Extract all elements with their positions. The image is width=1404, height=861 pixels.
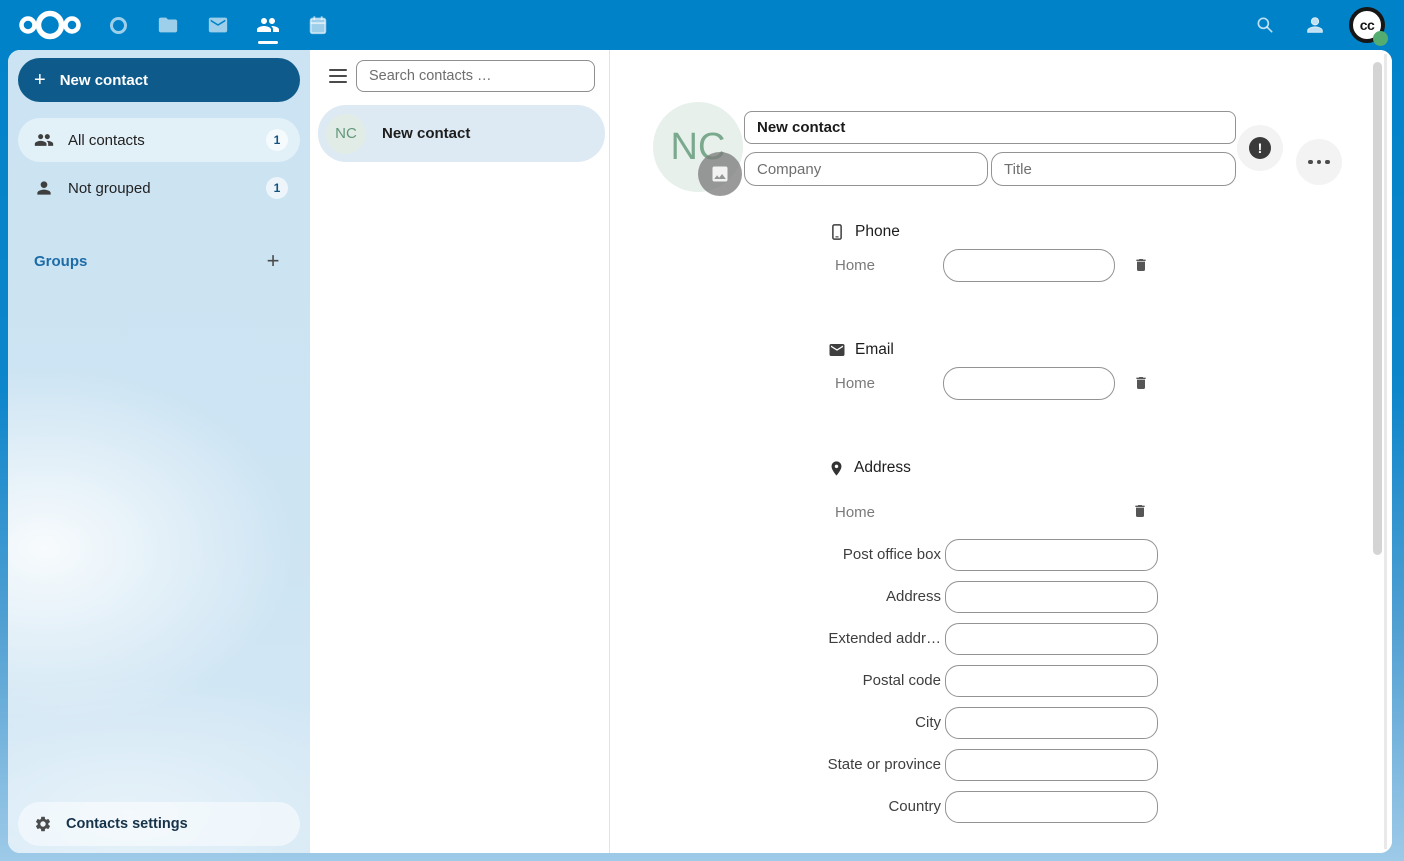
trash-icon (1133, 257, 1149, 273)
upload-photo-button[interactable] (698, 152, 742, 196)
sidebar: + New contact All contacts 1 Not grouped… (8, 50, 310, 853)
contacts-menu-button[interactable] (1293, 3, 1337, 47)
country-input[interactable] (945, 791, 1158, 823)
address-field-label: Post office box (711, 539, 941, 571)
trash-icon (1132, 503, 1148, 519)
contacts-person-icon (1304, 14, 1326, 36)
toggle-navigation-button[interactable] (324, 62, 352, 90)
app-contacts-button[interactable] (246, 3, 290, 47)
trash-icon (1133, 375, 1149, 391)
map-marker-icon (828, 460, 845, 477)
app-calendar-button[interactable] (296, 3, 340, 47)
address-section-header: Address (828, 457, 911, 479)
groups-heading: Groups (34, 253, 258, 270)
app-circle-button[interactable] (96, 3, 140, 47)
add-group-button[interactable]: + (258, 246, 288, 276)
search-contacts-input[interactable] (356, 60, 595, 92)
contact-list-column: NC New contact (310, 50, 610, 853)
scrollbar-track (1384, 54, 1387, 849)
ellipsis-icon (1308, 160, 1313, 165)
phone-type-label[interactable]: Home (835, 249, 935, 282)
count-badge: 1 (266, 129, 288, 151)
app-files-button[interactable] (146, 3, 190, 47)
email-section-header: Email (828, 339, 894, 361)
new-contact-button-label: New contact (60, 72, 148, 89)
phone-icon (828, 223, 846, 241)
image-icon (710, 164, 730, 184)
section-title: Email (855, 341, 894, 359)
postal-code-input[interactable] (945, 665, 1158, 697)
people-icon (34, 130, 54, 150)
delete-phone-button[interactable] (1126, 250, 1156, 280)
contact-details: NC Phone Home (611, 50, 1392, 853)
section-title: Address (854, 459, 911, 477)
address-field-label: Postal code (711, 665, 941, 697)
delete-email-button[interactable] (1126, 368, 1156, 398)
scrollbar-thumb[interactable] (1373, 62, 1382, 555)
email-input[interactable] (943, 367, 1115, 400)
address-field-label: State or province (711, 749, 941, 781)
app-mail-button[interactable] (196, 3, 240, 47)
sidebar-item-all-contacts[interactable]: All contacts 1 (18, 118, 300, 162)
search-icon (1255, 15, 1275, 35)
nextcloud-contacts-app: cc + New contact All contacts 1 Not grou… (0, 0, 1404, 861)
email-icon (828, 341, 846, 359)
more-actions-button[interactable] (1296, 139, 1342, 185)
contact-list-item[interactable]: NC New contact (318, 105, 605, 162)
new-contact-button[interactable]: + New contact (18, 58, 300, 102)
calendar-icon (307, 14, 329, 36)
sidebar-item-not-grouped[interactable]: Not grouped 1 (18, 166, 300, 210)
sidebar-item-label: All contacts (68, 132, 252, 149)
contacts-settings-button[interactable]: Contacts settings (18, 802, 300, 846)
gear-icon (34, 815, 52, 833)
address-field-label: City (711, 707, 941, 739)
app-content: + New contact All contacts 1 Not grouped… (8, 50, 1392, 853)
address-input[interactable] (945, 581, 1158, 613)
online-status-dot (1373, 31, 1388, 46)
address-field-label: Country (711, 791, 941, 823)
person-icon (34, 178, 54, 198)
contacts-settings-label: Contacts settings (66, 816, 188, 832)
sidebar-item-label: Not grouped (68, 180, 252, 197)
user-avatar[interactable]: cc (1349, 7, 1385, 43)
contact-name: New contact (382, 125, 470, 142)
contact-avatar: NC (326, 114, 366, 154)
state-province-input[interactable] (945, 749, 1158, 781)
topbar: cc (0, 0, 1404, 50)
active-app-indicator (258, 41, 278, 44)
delete-address-button[interactable] (1125, 496, 1155, 526)
title-input[interactable] (991, 152, 1236, 186)
nextcloud-logo-icon[interactable] (18, 8, 82, 42)
phone-section-header: Phone (828, 221, 900, 243)
post-office-box-input[interactable] (945, 539, 1158, 571)
people-icon (256, 13, 280, 37)
warning-button[interactable] (1237, 125, 1283, 171)
address-field-label: Extended addr… (711, 623, 941, 655)
mail-icon (207, 14, 229, 36)
extended-address-input[interactable] (945, 623, 1158, 655)
contact-name-input[interactable] (744, 111, 1236, 144)
email-type-label[interactable]: Home (835, 367, 935, 400)
folder-icon (157, 14, 179, 36)
circle-icon (110, 17, 127, 34)
plus-icon: + (34, 70, 46, 90)
phone-input[interactable] (943, 249, 1115, 282)
exclamation-icon (1249, 137, 1271, 159)
groups-header: Groups + (18, 246, 300, 276)
address-field-label: Address (711, 581, 941, 613)
section-title: Phone (855, 223, 900, 241)
unified-search-button[interactable] (1243, 3, 1287, 47)
company-input[interactable] (744, 152, 988, 186)
city-input[interactable] (945, 707, 1158, 739)
count-badge: 1 (266, 177, 288, 199)
hamburger-icon (329, 69, 347, 71)
address-type-label[interactable]: Home (835, 496, 935, 529)
